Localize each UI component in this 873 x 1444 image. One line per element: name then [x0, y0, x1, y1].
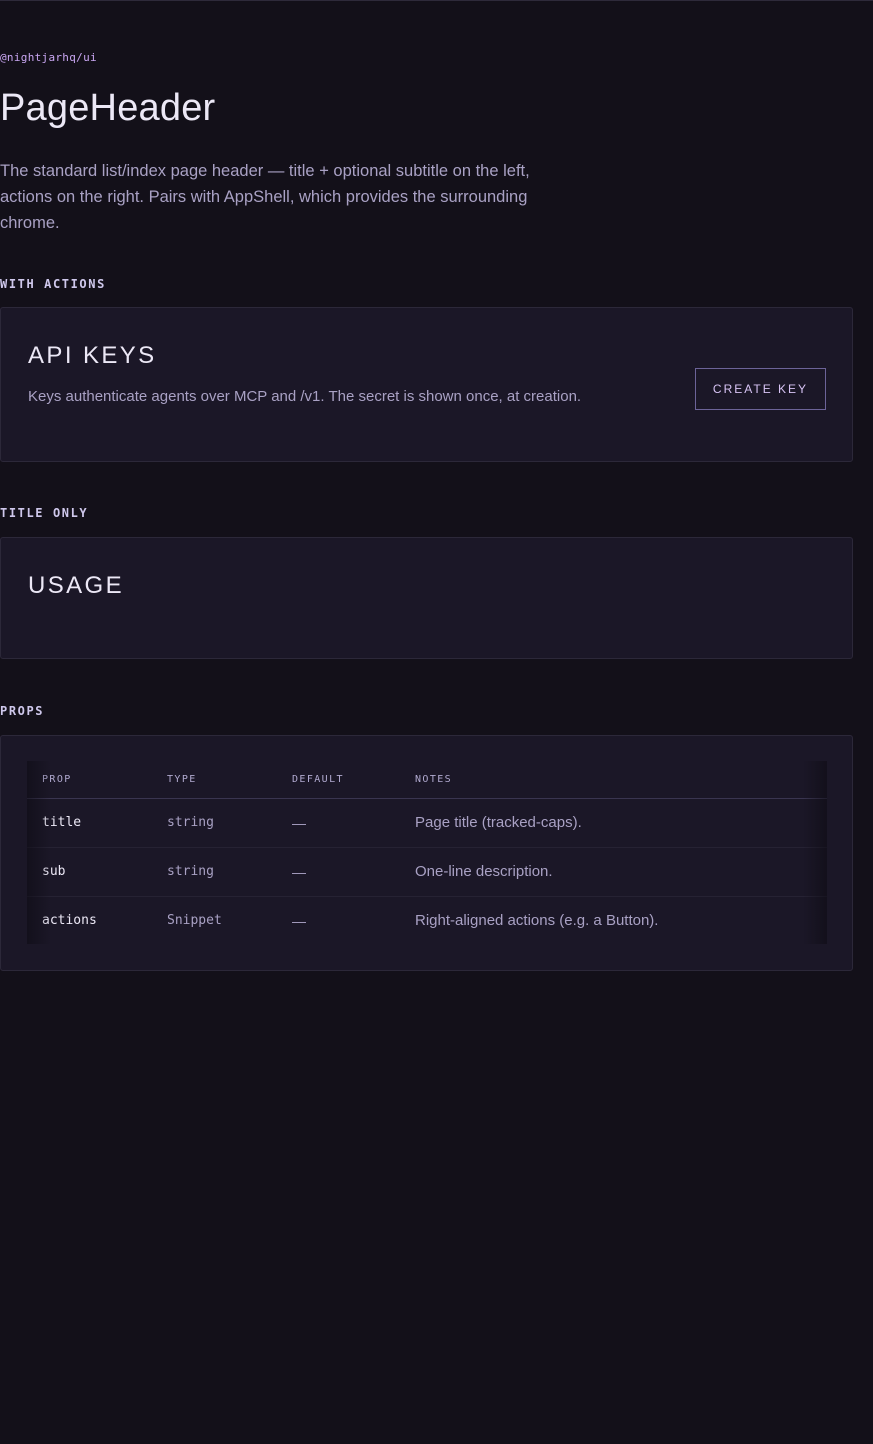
prop-type: Snippet — [167, 913, 222, 929]
table-row: actions Snippet — Right-aligned actions … — [27, 896, 827, 945]
column-header-type: TYPE — [167, 761, 292, 799]
prop-type: string — [167, 798, 292, 848]
table-header-row: PROP TYPE DEFAULT NOTES — [27, 761, 827, 799]
column-header-default: DEFAULT — [292, 761, 415, 799]
prop-name: actions — [42, 913, 97, 929]
prop-notes: One-line description. — [415, 847, 827, 897]
card-title: API KEYS — [28, 342, 157, 369]
column-header-prop: PROP — [27, 761, 167, 799]
column-header-notes: NOTES — [415, 761, 827, 799]
example-card-with-actions: API KEYS Keys authenticate agents over M… — [0, 307, 853, 462]
section-label-props: PROPS — [0, 704, 45, 718]
prop-notes: Right-aligned actions (e.g. a Button). — [415, 912, 659, 930]
prop-default: — — [292, 847, 415, 897]
props-table-scroll[interactable]: PROP TYPE DEFAULT NOTES title string — P… — [27, 761, 827, 944]
card-title: USAGE — [28, 572, 125, 599]
table-row: title string — Page title (tracked-caps)… — [27, 798, 827, 848]
prop-name: title — [27, 798, 167, 848]
page-description: The standard list/index page header — ti… — [0, 162, 530, 232]
create-key-button[interactable]: CREATE KEY — [695, 368, 826, 410]
prop-notes: Page title (tracked-caps). — [415, 798, 827, 848]
props-card: PROP TYPE DEFAULT NOTES title string — P… — [0, 735, 853, 971]
table-row: sub string — One-line description. — [27, 847, 827, 897]
section-label-title-only: TITLE ONLY — [0, 506, 89, 520]
prop-type: string — [167, 847, 292, 897]
example-card-title-only: USAGE — [0, 537, 853, 659]
props-table: PROP TYPE DEFAULT NOTES title string — P… — [27, 761, 827, 945]
prop-default: — — [292, 912, 306, 929]
package-name: @nightjarhq/ui — [0, 51, 97, 64]
section-label-with-actions: WITH ACTIONS — [0, 277, 106, 291]
prop-default: — — [292, 798, 415, 848]
card-subtitle: Keys authenticate agents over MCP and /v… — [28, 388, 582, 405]
prop-name: sub — [27, 847, 167, 897]
page-title: PageHeader — [0, 87, 216, 129]
